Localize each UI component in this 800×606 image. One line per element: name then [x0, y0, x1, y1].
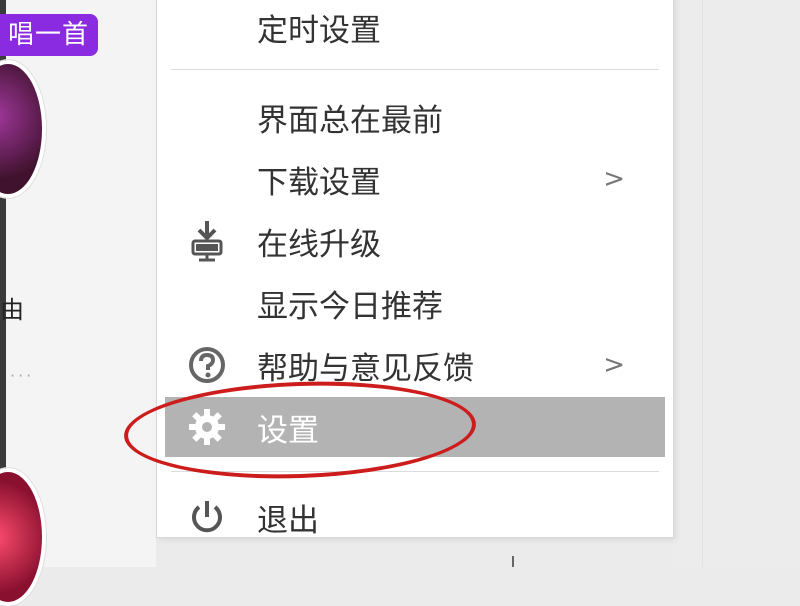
content-pane [672, 0, 800, 567]
menu-item-label: 退出 [257, 502, 319, 539]
playlist-badge[interactable]: 唱一首 [0, 14, 98, 56]
menu-item-label: 下载设置 [257, 164, 381, 201]
download-upgrade-icon [185, 219, 229, 263]
menu-separator [171, 69, 659, 70]
menu-item-daily-recommendation[interactable]: 显示今日推荐 [165, 273, 665, 333]
menu-item-label: 设置 [257, 412, 319, 449]
menu-item-label: 定时设置 [257, 12, 381, 49]
help-icon [185, 343, 229, 387]
menu-item-label: 帮助与意见反馈 [257, 350, 474, 387]
menu-item-online-upgrade[interactable]: 在线升级 [165, 211, 665, 271]
menu-item-download-settings[interactable]: 下载设置 > [165, 149, 665, 209]
playlist-text-fragment: 由 [0, 296, 24, 324]
menu-item-help-feedback[interactable]: 帮助与意见反馈 > [165, 335, 665, 395]
power-icon [185, 495, 229, 539]
menu-item-label: 在线升级 [257, 226, 381, 263]
more-dots: ··· [10, 366, 35, 385]
menu-item-label: 界面总在最前 [257, 102, 443, 139]
menu-separator [171, 471, 659, 472]
menu-item-timer-settings[interactable]: 定时设置 [165, 0, 665, 57]
menu-item-settings[interactable]: 设置 [165, 397, 665, 457]
divider [512, 556, 514, 567]
gear-icon [185, 405, 229, 449]
context-menu: 定时设置 界面总在最前 下载设置 > 在线升级 显示今日推荐 帮助与意见反馈 >… [156, 0, 674, 539]
menu-item-label: 显示今日推荐 [257, 288, 443, 325]
chevron-right-icon: > [603, 164, 625, 194]
menu-item-always-on-top[interactable]: 界面总在最前 [165, 87, 665, 147]
chevron-right-icon: > [603, 350, 625, 380]
menu-item-exit[interactable]: 退出 [165, 487, 665, 547]
